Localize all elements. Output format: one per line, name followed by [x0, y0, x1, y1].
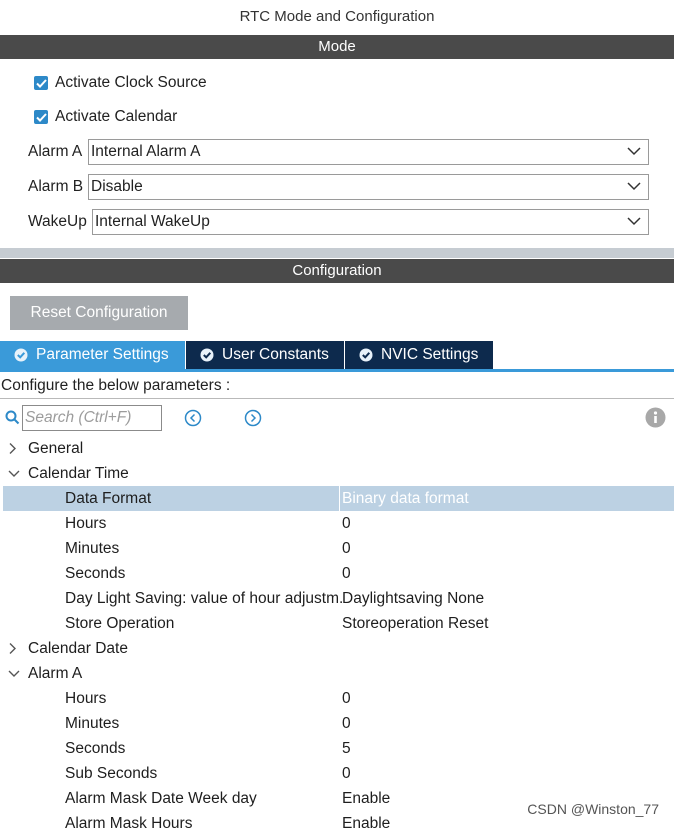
param-value[interactable]: 0 — [342, 686, 351, 711]
tab-nvic-settings-label: NVIC Settings — [381, 346, 479, 363]
check-circle-icon — [359, 348, 373, 362]
param-row-day-light-saving[interactable]: Day Light Saving: value of hour adjustm.… — [0, 586, 674, 611]
param-name: Minutes — [65, 715, 120, 732]
tree-group-calendar-date[interactable]: Calendar Date — [0, 636, 674, 661]
window-title: RTC Mode and Configuration — [239, 8, 435, 25]
param-name: Seconds — [65, 565, 126, 582]
param-value[interactable]: 0 — [342, 761, 351, 786]
watermark-text: CSDN @Winston_77 — [527, 801, 659, 817]
mode-section-header: Mode — [0, 35, 674, 59]
alarm-a-value: Internal Alarm A — [91, 143, 201, 160]
param-value[interactable]: Storeoperation Reset — [342, 611, 488, 636]
param-name: Alarm Mask Hours — [65, 815, 193, 828]
tree-group-general[interactable]: General — [0, 436, 674, 461]
chevron-right-icon[interactable] — [7, 636, 19, 661]
param-value[interactable]: 0 — [342, 536, 351, 561]
activate-calendar-row[interactable]: Activate Calendar — [34, 106, 177, 128]
param-row-alarm-hours[interactable]: Hours 0 — [0, 686, 674, 711]
tree-group-calendar-time[interactable]: Calendar Time — [0, 461, 674, 486]
search-input[interactable]: Search (Ctrl+F) — [22, 405, 162, 431]
activate-clock-source-row[interactable]: Activate Clock Source — [34, 72, 207, 94]
param-name: Alarm Mask Date Week day — [65, 790, 257, 807]
chevron-down-icon[interactable] — [7, 461, 21, 486]
tab-nvic-settings[interactable]: NVIC Settings — [345, 341, 493, 369]
configure-instruction: Configure the below parameters : — [1, 377, 231, 394]
check-circle-icon — [14, 348, 28, 362]
alarm-a-label: Alarm A — [28, 143, 83, 160]
divider — [0, 398, 674, 399]
param-row-alarm-minutes[interactable]: Minutes 0 — [0, 711, 674, 736]
alarm-b-label: Alarm B — [28, 178, 84, 195]
param-value[interactable]: 0 — [342, 561, 351, 586]
tab-user-constants-label: User Constants — [222, 346, 329, 363]
chevron-right-icon[interactable] — [7, 436, 19, 461]
param-name: Data Format — [65, 490, 152, 507]
reset-configuration-button[interactable]: Reset Configuration — [10, 296, 188, 330]
param-name: Sub Seconds — [65, 765, 158, 782]
tree-group-label: Calendar Date — [28, 640, 128, 657]
tab-underline — [0, 369, 674, 372]
param-value[interactable]: 0 — [342, 511, 351, 536]
activate-calendar-label: Activate Calendar — [55, 108, 178, 125]
checkmark-icon — [35, 112, 47, 122]
param-name: Store Operation — [65, 615, 175, 632]
wakeup-select[interactable]: Internal WakeUp — [92, 209, 649, 235]
param-row-hours[interactable]: Hours 0 — [0, 511, 674, 536]
configuration-section-header: Configuration — [0, 259, 674, 283]
param-value[interactable]: Enable — [342, 786, 390, 811]
param-row-alarm-sub-seconds[interactable]: Sub Seconds 0 — [0, 761, 674, 786]
param-name: Seconds — [65, 740, 126, 757]
param-name: Day Light Saving: value of hour adjustm. — [65, 590, 344, 607]
collapse-all-icon[interactable] — [184, 409, 202, 427]
param-value[interactable]: Enable — [342, 811, 390, 828]
param-name: Hours — [65, 690, 107, 707]
param-row-store-operation[interactable]: Store Operation Storeoperation Reset — [0, 611, 674, 636]
checkmark-icon — [35, 78, 47, 88]
alarm-b-value: Disable — [91, 178, 143, 195]
check-circle-icon — [200, 348, 214, 362]
tree-group-label: General — [28, 440, 84, 457]
chevron-down-icon — [627, 182, 641, 191]
param-value[interactable]: 0 — [342, 711, 351, 736]
search-icon — [5, 410, 20, 425]
param-row-minutes[interactable]: Minutes 0 — [0, 536, 674, 561]
tree-group-label: Alarm A — [28, 665, 83, 682]
chevron-down-icon — [627, 147, 641, 156]
tree-group-label: Calendar Time — [28, 465, 129, 482]
alarm-a-select[interactable]: Internal Alarm A — [88, 139, 649, 165]
param-row-alarm-seconds[interactable]: Seconds 5 — [0, 736, 674, 761]
column-divider — [339, 486, 340, 511]
chevron-down-icon — [627, 217, 641, 226]
activate-clock-source-checkbox[interactable] — [34, 76, 48, 90]
info-icon[interactable] — [645, 407, 666, 428]
wakeup-label: WakeUp — [28, 213, 87, 230]
expand-all-icon[interactable] — [244, 409, 262, 427]
tab-parameter-settings[interactable]: Parameter Settings — [0, 341, 185, 369]
param-value[interactable]: Binary data format — [342, 486, 469, 511]
chevron-down-icon[interactable] — [7, 661, 21, 686]
tree-group-alarm-a[interactable]: Alarm A — [0, 661, 674, 686]
activate-calendar-checkbox[interactable] — [34, 110, 48, 124]
param-name: Hours — [65, 515, 107, 532]
wakeup-value: Internal WakeUp — [95, 213, 210, 230]
section-separator[interactable] — [0, 248, 674, 258]
param-value[interactable]: 5 — [342, 736, 351, 761]
alarm-b-select[interactable]: Disable — [88, 174, 649, 200]
param-row-seconds[interactable]: Seconds 0 — [0, 561, 674, 586]
tab-parameter-settings-label: Parameter Settings — [36, 346, 169, 363]
activate-clock-source-label: Activate Clock Source — [55, 74, 207, 91]
param-name: Minutes — [65, 540, 120, 557]
tab-user-constants[interactable]: User Constants — [186, 341, 344, 369]
param-value[interactable]: Daylightsaving None — [342, 586, 484, 611]
